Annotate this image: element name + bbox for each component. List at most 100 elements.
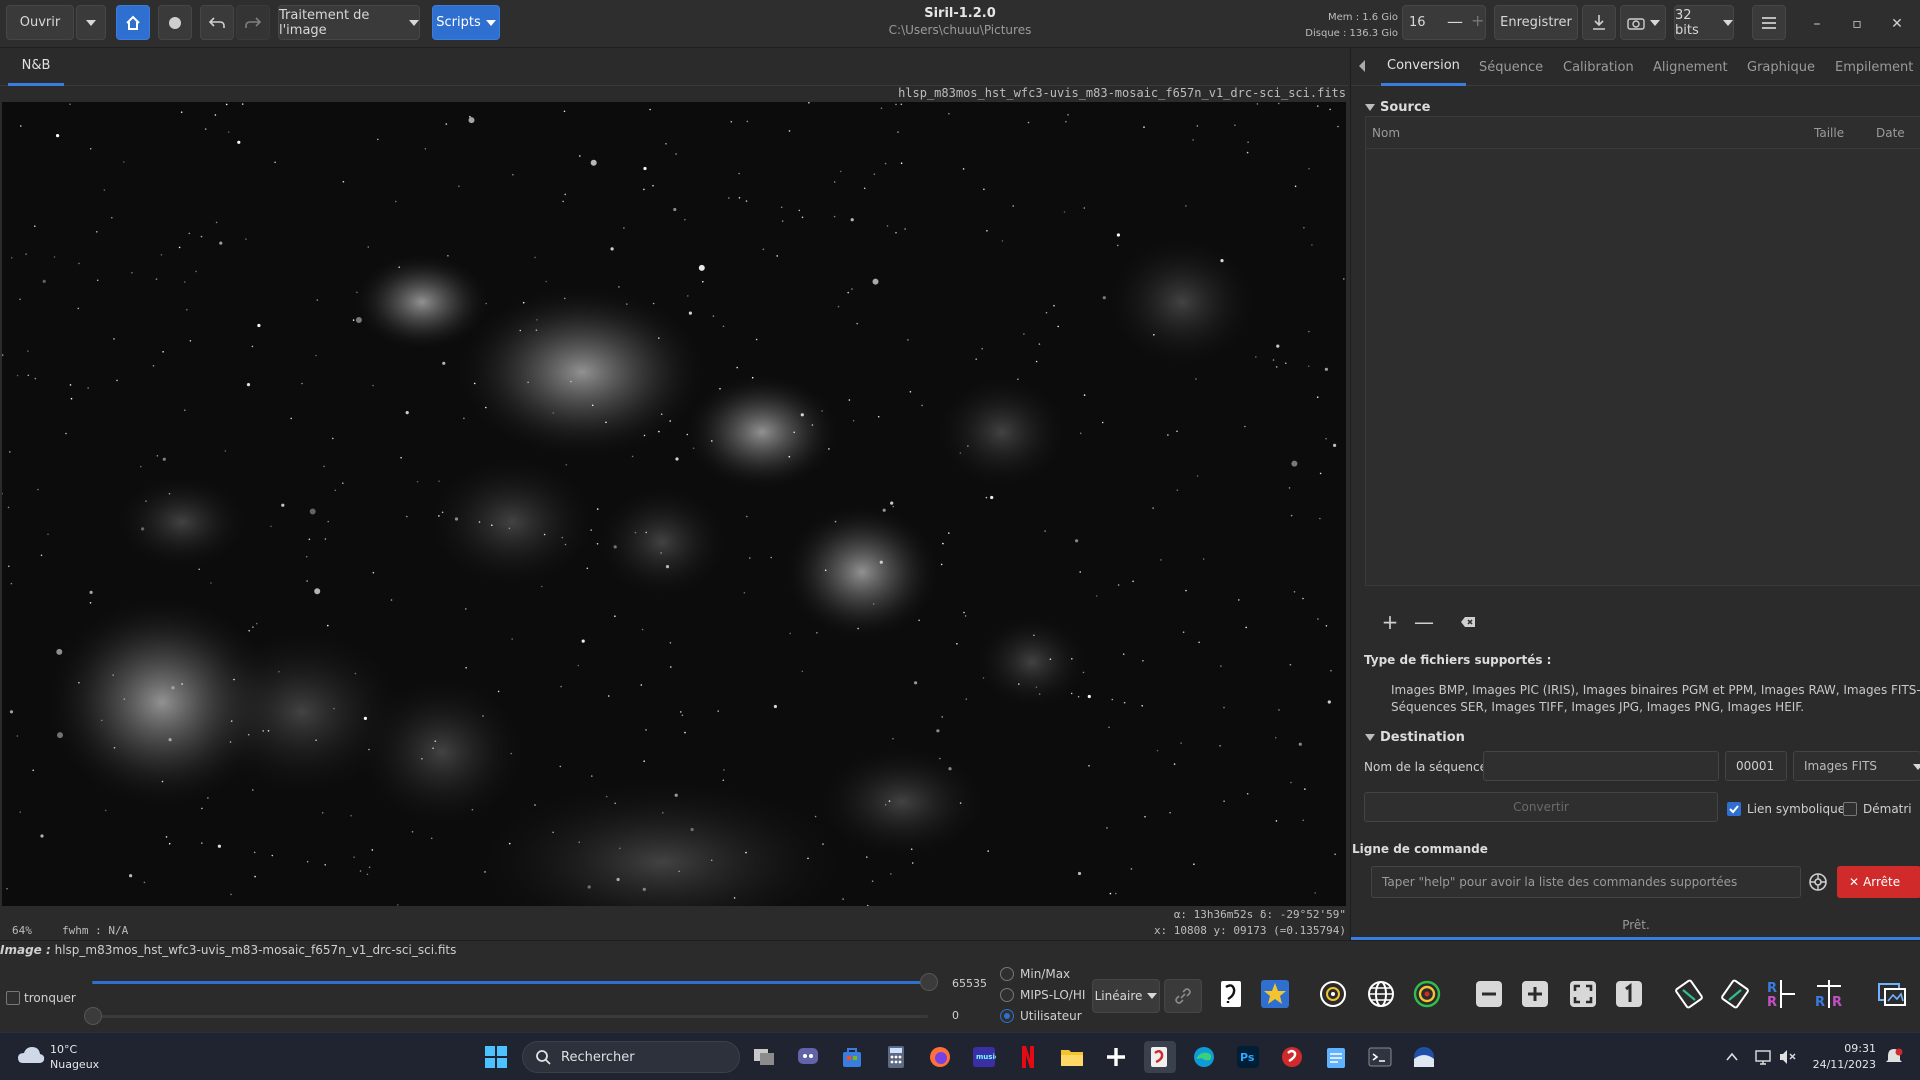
main-menu-button[interactable] xyxy=(1752,5,1786,40)
siril-taskbar-icon[interactable] xyxy=(1144,1041,1176,1073)
scripts-menu[interactable]: Scripts xyxy=(432,5,500,40)
save-button[interactable]: Enregistrer xyxy=(1494,5,1578,40)
weather-icon[interactable] xyxy=(16,1043,46,1069)
image-canvas[interactable] xyxy=(2,102,1346,906)
home-button[interactable] xyxy=(116,5,150,40)
tab-label: Graphique xyxy=(1747,59,1815,75)
weather-temp: 10°C xyxy=(50,1043,78,1056)
column-size[interactable]: Taille xyxy=(1814,126,1844,140)
demosaic-checkbox[interactable] xyxy=(1843,802,1857,816)
image-processing-menu[interactable]: Traitement de l'image xyxy=(278,5,420,40)
color-star-icon[interactable] xyxy=(1256,975,1294,1013)
maximize-button[interactable]: ▫ xyxy=(1842,12,1872,36)
snapshot-button[interactable] xyxy=(1620,5,1666,40)
siril-app-icon[interactable] xyxy=(1276,1041,1308,1073)
save-as-button[interactable] xyxy=(1582,5,1616,40)
chevron-up-icon[interactable] xyxy=(1724,1049,1740,1065)
clip-checkbox[interactable] xyxy=(6,991,20,1005)
network-icon[interactable] xyxy=(1754,1047,1774,1067)
tab-conversion[interactable]: Conversion xyxy=(1381,48,1466,86)
zoom-fit-icon[interactable] xyxy=(1564,975,1602,1013)
rotate-right-icon[interactable] xyxy=(1716,975,1754,1013)
source-file-list[interactable]: Nom Taille Date xyxy=(1365,116,1920,586)
column-name[interactable]: Nom xyxy=(1372,126,1400,140)
output-format-select[interactable]: Images FITS xyxy=(1793,751,1920,781)
notepad-icon[interactable] xyxy=(1320,1041,1352,1073)
bitdepth-menu[interactable]: 32 bits xyxy=(1674,5,1734,40)
sequence-start-input[interactable]: 00001 xyxy=(1725,751,1787,781)
high-slider-handle[interactable] xyxy=(920,973,938,991)
low-slider-handle[interactable] xyxy=(84,1007,102,1025)
user-radio[interactable] xyxy=(1000,1009,1014,1023)
netflix-icon[interactable] xyxy=(1012,1041,1044,1073)
mirror-y-icon[interactable]: RR xyxy=(1810,975,1848,1013)
weather-widget[interactable]: 10°C Nuageux xyxy=(50,1042,99,1072)
zoom-one-icon[interactable] xyxy=(1610,975,1648,1013)
tab-graph[interactable]: Graphique xyxy=(1747,48,1815,86)
firefox-icon[interactable] xyxy=(924,1041,956,1073)
destination-section-header[interactable]: Destination xyxy=(1365,730,1465,745)
threads-spinner[interactable]: 16 — + xyxy=(1402,5,1486,40)
column-date[interactable]: Date xyxy=(1876,126,1905,140)
svg-text:R: R xyxy=(1815,995,1825,1010)
start-button[interactable] xyxy=(480,1041,512,1073)
clear-list-icon[interactable] xyxy=(1455,610,1481,634)
symlink-checkbox[interactable] xyxy=(1727,802,1741,816)
tab-stacking[interactable]: Empilement xyxy=(1835,48,1913,86)
tab-sequence[interactable]: Séquence xyxy=(1479,48,1543,86)
close-button[interactable]: ✕ xyxy=(1882,12,1912,36)
undo-button[interactable] xyxy=(200,5,234,40)
task-view-icon[interactable] xyxy=(748,1041,780,1073)
tab-grayscale[interactable]: N&B xyxy=(8,48,64,86)
edge-icon[interactable] xyxy=(1188,1041,1220,1073)
mirror-x-icon[interactable]: RR xyxy=(1762,975,1800,1013)
photoshop-icon[interactable]: Ps xyxy=(1232,1041,1264,1073)
tab-alignment[interactable]: Alignement xyxy=(1653,48,1728,86)
high-slider-track[interactable] xyxy=(92,981,928,984)
rotate-left-icon[interactable] xyxy=(1670,975,1708,1013)
minmax-radio[interactable] xyxy=(1000,967,1014,981)
store-icon[interactable] xyxy=(836,1041,868,1073)
notification-icon[interactable] xyxy=(1884,1047,1904,1067)
mips-radio[interactable] xyxy=(1000,988,1014,1002)
collapse-left-icon[interactable] xyxy=(1359,60,1365,72)
add-files-icon[interactable]: + xyxy=(1377,610,1403,634)
record-button[interactable] xyxy=(158,5,192,40)
help-icon[interactable] xyxy=(1807,871,1829,893)
redo-button[interactable] xyxy=(236,5,270,40)
volume-muted-icon[interactable] xyxy=(1778,1047,1798,1067)
download-icon xyxy=(1593,14,1605,30)
supported-types-line: Images BMP, Images PIC (IRIS), Images bi… xyxy=(1391,683,1920,697)
stellarium-icon[interactable] xyxy=(1408,1041,1440,1073)
clock[interactable]: 09:31 24/11/2023 xyxy=(1796,1041,1876,1073)
image-list-icon[interactable] xyxy=(1874,975,1912,1013)
link-channels-button[interactable] xyxy=(1164,979,1202,1013)
open-dropdown-button[interactable] xyxy=(76,5,106,40)
taskbar-search[interactable]: Rechercher xyxy=(522,1041,740,1073)
target-icon[interactable] xyxy=(1408,975,1446,1013)
stretch-select[interactable]: Linéaire xyxy=(1092,979,1160,1013)
convert-button[interactable]: Convertir xyxy=(1364,792,1718,822)
amazon-music-icon[interactable]: music xyxy=(968,1041,1000,1073)
calculator-icon[interactable] xyxy=(880,1041,912,1073)
sequence-name-input[interactable] xyxy=(1483,751,1719,781)
zoom-in-icon[interactable] xyxy=(1516,975,1554,1013)
psf-icon[interactable] xyxy=(1314,975,1352,1013)
minus-icon[interactable]: — xyxy=(1447,12,1463,31)
histogram-icon[interactable] xyxy=(1212,975,1250,1013)
plus-app-icon[interactable] xyxy=(1100,1041,1132,1073)
tab-calibration[interactable]: Calibration xyxy=(1563,48,1634,86)
minimize-button[interactable]: – xyxy=(1802,12,1832,36)
source-section-header[interactable]: Source xyxy=(1365,100,1430,115)
remove-file-icon[interactable]: — xyxy=(1411,610,1437,634)
stop-button[interactable]: ✕ Arrête xyxy=(1837,866,1920,898)
file-explorer-icon[interactable] xyxy=(1056,1041,1088,1073)
teams-icon[interactable] xyxy=(792,1041,824,1073)
command-input[interactable]: Taper "help" pour avoir la liste des com… xyxy=(1371,866,1801,898)
plus-icon[interactable]: + xyxy=(1471,11,1484,30)
zoom-out-icon[interactable] xyxy=(1470,975,1508,1013)
globe-icon[interactable] xyxy=(1362,975,1400,1013)
open-button[interactable]: Ouvrir xyxy=(6,5,74,40)
low-slider-track[interactable] xyxy=(92,1015,928,1018)
terminal-icon[interactable] xyxy=(1364,1041,1396,1073)
